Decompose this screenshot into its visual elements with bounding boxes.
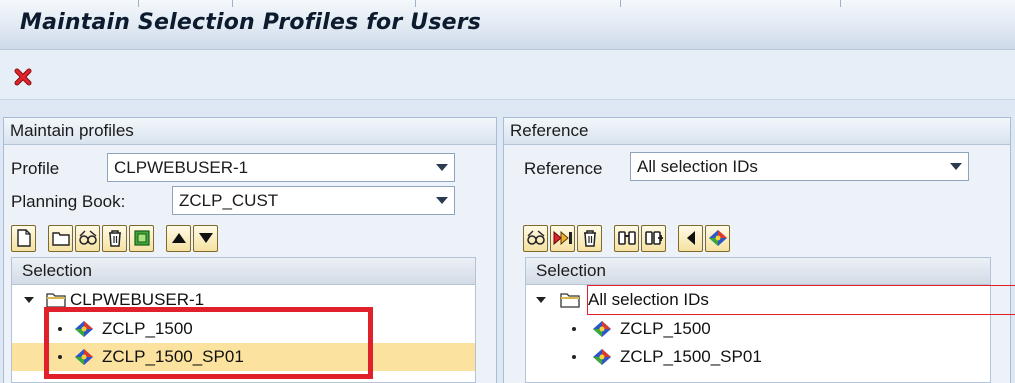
panel-title: Reference	[504, 118, 1010, 145]
tree-item-label: ZCLP_1500_SP01	[620, 347, 762, 366]
delete-button[interactable]	[577, 224, 602, 252]
profile-toolbar	[11, 223, 220, 253]
export-icon	[133, 230, 150, 246]
tree-root-node[interactable]: All selection IDs	[526, 285, 1015, 315]
chevron-down-icon	[436, 164, 448, 171]
tree-item-label: ZCLP_1500	[102, 319, 193, 338]
create-button[interactable]	[11, 224, 36, 252]
tree-item-label: ZCLP_1500	[620, 319, 711, 338]
selection-id-icon	[593, 349, 611, 365]
tab-tick	[232, 0, 233, 7]
reference-label: Reference	[524, 159, 603, 178]
tree-header: Selection	[12, 258, 475, 285]
find-icon	[617, 231, 636, 245]
glasses-icon	[78, 230, 97, 245]
tree-root-label: CLPWEBUSER-1	[70, 290, 205, 309]
reference-toolbar	[523, 223, 732, 253]
profile-dropdown[interactable]: CLPWEBUSER-1	[107, 153, 455, 182]
tree-item-selected[interactable]: ZCLP_1500_SP01	[12, 343, 475, 371]
planning-book-dropdown[interactable]: ZCLP_CUST	[172, 186, 455, 215]
title-bar: Maintain Selection Profiles for Users	[0, 0, 1015, 50]
selection-id-icon	[75, 349, 93, 365]
expand-toggle-icon[interactable]	[24, 297, 34, 303]
bullet-icon	[572, 327, 576, 331]
tree-item-label: ZCLP_1500_SP01	[102, 347, 244, 366]
application-toolbar	[0, 50, 1015, 100]
tree-item[interactable]: ZCLP_1500	[526, 315, 990, 343]
planning-book-value: ZCLP_CUST	[179, 191, 279, 210]
display-button[interactable]	[523, 224, 548, 252]
move-up-icon	[171, 233, 186, 243]
tree-item[interactable]: ZCLP_1500	[12, 315, 475, 343]
bullet-icon	[572, 355, 576, 359]
expand-toggle-icon[interactable]	[536, 297, 546, 303]
tree-root-node[interactable]: CLPWEBUSER-1	[12, 286, 475, 314]
selection-tree-left: Selection CLPWEBUSER-1 ZCLP_1500 ZCLP_15…	[11, 257, 476, 383]
reference-dropdown[interactable]: All selection IDs	[630, 152, 969, 181]
reference-value: All selection IDs	[637, 157, 758, 176]
profile-label: Profile	[11, 159, 60, 178]
back-button[interactable]	[678, 224, 703, 252]
exit-button[interactable]	[12, 66, 34, 88]
selection-id-icon	[75, 321, 93, 337]
selection-id-icon	[593, 321, 611, 337]
red-x-icon	[14, 68, 32, 86]
selection-button[interactable]	[705, 224, 730, 252]
tab-tick	[840, 0, 841, 7]
move-up-button[interactable]	[166, 224, 191, 252]
selection-tree-right: Selection All selection IDs ZCLP_1500 ZC…	[525, 257, 1015, 383]
tree-header: Selection	[526, 258, 990, 285]
delete-icon	[108, 230, 121, 247]
profile-value: CLPWEBUSER-1	[114, 158, 249, 177]
planning-book-label: Planning Book:	[11, 192, 126, 211]
tree-item[interactable]: ZCLP_1500_SP01	[526, 343, 990, 371]
folder-icon	[51, 232, 70, 246]
folder-button[interactable]	[48, 224, 73, 252]
find-next-icon	[644, 231, 663, 245]
back-icon	[686, 231, 695, 245]
selection-icon	[708, 230, 727, 246]
transfer-button[interactable]	[550, 224, 575, 252]
chevron-down-icon	[436, 197, 448, 204]
folder-icon	[560, 293, 580, 308]
move-down-button[interactable]	[193, 224, 218, 252]
move-down-icon	[198, 233, 213, 243]
page-title: Maintain Selection Profiles for Users	[20, 10, 482, 35]
find-button[interactable]	[614, 224, 639, 252]
glasses-icon	[526, 230, 545, 245]
chevron-down-icon	[950, 163, 962, 170]
transfer-icon	[553, 230, 572, 246]
create-icon	[16, 229, 31, 247]
tab-tick	[620, 0, 621, 7]
bullet-icon	[58, 355, 62, 359]
tab-tick	[415, 0, 416, 7]
find-next-button[interactable]	[641, 224, 666, 252]
tree-root-label: All selection IDs	[587, 285, 1015, 315]
panel-title: Maintain profiles	[4, 118, 496, 145]
tab-tick	[138, 0, 139, 7]
display-button[interactable]	[75, 224, 100, 252]
export-button[interactable]	[129, 224, 154, 252]
folder-icon	[46, 293, 66, 308]
delete-button[interactable]	[102, 224, 127, 252]
bullet-icon	[58, 327, 62, 331]
delete-icon	[583, 230, 596, 247]
